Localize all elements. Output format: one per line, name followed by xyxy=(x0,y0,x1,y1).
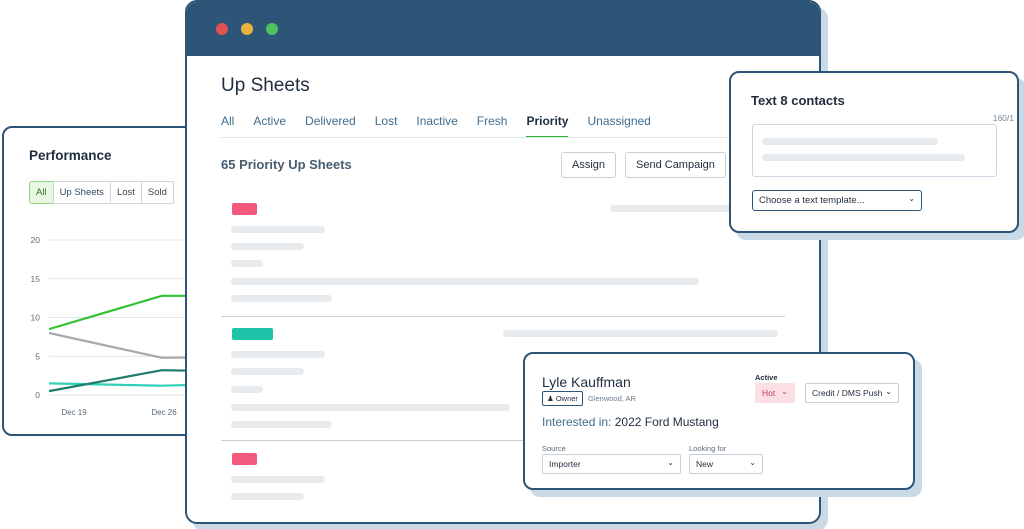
y-tick-label: 10 xyxy=(31,313,41,323)
lead-status-tag xyxy=(232,453,257,465)
y-tick-label: 20 xyxy=(31,235,41,245)
interest-line: Interested in: 2022 Ford Mustang xyxy=(542,415,719,429)
placeholder-line xyxy=(231,243,304,250)
placeholder-line xyxy=(610,205,740,212)
tab-delivered[interactable]: Delivered xyxy=(305,114,356,138)
placeholder-line xyxy=(231,368,304,375)
source-dropdown[interactable]: Importer ⌄ xyxy=(542,454,681,474)
placeholder-line xyxy=(231,476,325,483)
text-contacts-panel: Text 8 contacts 160/1 Choose a text temp… xyxy=(729,71,1019,233)
placeholder-line xyxy=(503,330,778,337)
chevron-down-icon: ⌄ xyxy=(908,194,915,203)
credit-label: Credit / DMS Push xyxy=(812,388,883,398)
placeholder-line xyxy=(231,295,332,302)
tab-unassigned[interactable]: Unassigned xyxy=(587,114,650,138)
y-tick-label: 5 xyxy=(35,351,40,361)
placeholder-line xyxy=(231,260,263,267)
tab-active[interactable]: Active xyxy=(253,114,286,138)
x-tick-label: Dec 19 xyxy=(61,408,87,417)
interested-prefix: Interested in: xyxy=(542,415,612,429)
chevron-down-icon: ⌄ xyxy=(885,387,892,396)
placeholder-line xyxy=(762,138,938,145)
placeholder-line xyxy=(231,386,263,393)
interested-vehicle: 2022 Ford Mustang xyxy=(614,415,719,429)
active-label: Active xyxy=(755,373,778,382)
character-counter: 160/1 xyxy=(992,113,1014,123)
filter-lost[interactable]: Lost xyxy=(109,181,142,204)
placeholder-line xyxy=(231,351,325,358)
close-window-dot[interactable] xyxy=(216,23,228,35)
x-tick-label: Dec 26 xyxy=(151,408,177,417)
tab-priority[interactable]: Priority xyxy=(526,114,569,138)
performance-title: Performance xyxy=(29,148,112,163)
text-panel-title: Text 8 contacts xyxy=(751,93,845,108)
status-tabs: All Active Delivered Lost Inactive Fresh… xyxy=(221,114,670,138)
user-icon: ♟ xyxy=(547,394,554,403)
filter-sold[interactable]: Sold xyxy=(140,181,174,204)
looking-for-value: New xyxy=(696,459,714,469)
chevron-down-icon: ⌄ xyxy=(667,458,674,467)
looking-for-label: Looking for xyxy=(689,444,727,453)
send-campaign-button[interactable]: Send Campaign xyxy=(625,152,726,178)
placeholder-line xyxy=(762,154,965,161)
filter-all[interactable]: All xyxy=(29,181,54,204)
text-template-placeholder: Choose a text template... xyxy=(759,195,865,206)
placeholder-line xyxy=(231,226,325,233)
placeholder-line xyxy=(231,404,510,411)
tab-inactive[interactable]: Inactive xyxy=(416,114,457,138)
placeholder-line xyxy=(231,493,304,500)
source-label: Source xyxy=(542,444,566,453)
status-dropdown[interactable]: Hot ⌄ xyxy=(755,383,795,403)
minimize-window-dot[interactable] xyxy=(241,23,253,35)
lead-status-tag xyxy=(232,328,273,340)
message-textarea[interactable] xyxy=(752,124,997,177)
results-count: 65 Priority Up Sheets xyxy=(221,157,352,172)
contact-name: Lyle Kauffman xyxy=(542,374,631,390)
assign-button[interactable]: Assign xyxy=(561,152,617,178)
looking-for-dropdown[interactable]: New ⌄ xyxy=(689,454,763,474)
page-title: Up Sheets xyxy=(221,75,310,96)
y-tick-label: 0 xyxy=(35,390,40,400)
text-template-select[interactable]: Choose a text template... ⌄ xyxy=(752,190,922,211)
chevron-down-icon: ⌄ xyxy=(749,458,756,467)
tab-lost[interactable]: Lost xyxy=(375,114,398,138)
tab-fresh[interactable]: Fresh xyxy=(477,114,508,138)
owner-label: Owner xyxy=(555,394,578,403)
credit-dms-push-dropdown[interactable]: Credit / DMS Push ⌄ xyxy=(805,383,899,403)
performance-filters: All Up Sheets Lost Sold xyxy=(29,181,174,204)
placeholder-line xyxy=(231,421,332,428)
source-value: Importer xyxy=(549,459,581,469)
maximize-window-dot[interactable] xyxy=(266,23,278,35)
placeholder-line xyxy=(231,278,699,285)
tab-all[interactable]: All xyxy=(221,114,234,138)
window-titlebar xyxy=(187,2,819,56)
chevron-down-icon: ⌄ xyxy=(781,387,788,396)
owner-badge: ♟ Owner xyxy=(542,391,583,406)
contact-card: Lyle Kauffman ♟ Owner Glenwood, AR Inter… xyxy=(523,352,915,490)
status-value: Hot xyxy=(762,388,776,398)
lead-status-tag xyxy=(232,203,257,215)
contact-location: Glenwood, AR xyxy=(588,394,636,403)
y-tick-label: 15 xyxy=(31,274,41,284)
filter-up-sheets[interactable]: Up Sheets xyxy=(52,181,111,204)
row-divider xyxy=(221,316,785,317)
